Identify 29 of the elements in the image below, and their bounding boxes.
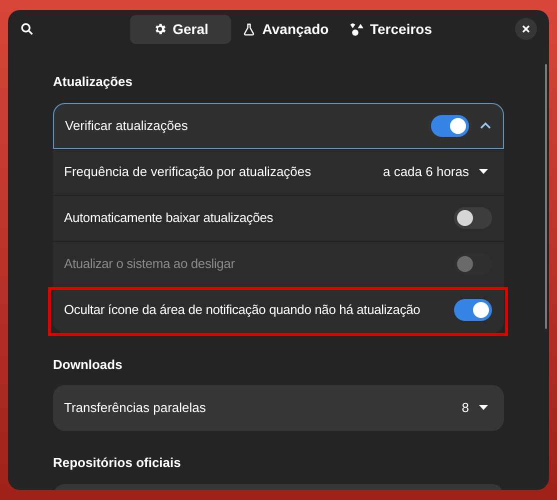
chevron-icon[interactable]	[480, 122, 491, 129]
expander-row[interactable]: Verificar atualizações	[53, 102, 504, 148]
toggle-switch[interactable]	[431, 114, 469, 136]
dropdown-value: a cada 6 horas	[382, 163, 469, 182]
close-icon	[522, 25, 530, 33]
row-label: Automaticamente baixar atualizações	[64, 209, 274, 228]
dropdown-row[interactable]: Frequência de verificação por atualizações a cada 6 horas	[53, 148, 504, 194]
dropdown-value: 8	[462, 399, 469, 418]
dropdown-row[interactable]: Transferências paralelas 8	[53, 385, 504, 431]
row-label: Atualizar o sistema ao desligar	[64, 255, 236, 274]
tab[interactable]: Terceiros	[340, 14, 441, 44]
row-label: Ocultar ícone da área de notificação quando não há atualização	[64, 301, 422, 320]
gear-icon	[152, 22, 167, 36]
close-button[interactable]	[515, 18, 537, 40]
search-icon[interactable]	[20, 22, 34, 36]
row-label: Frequência de verificação por atualizações	[64, 163, 312, 182]
toggle-switch[interactable]	[454, 299, 492, 321]
tab[interactable]: Avançado	[235, 14, 336, 44]
flask-icon	[242, 22, 256, 36]
row-label: Verificar atualizações	[65, 116, 189, 135]
toggle-switch[interactable]	[454, 207, 492, 229]
section-heading: Downloads	[53, 356, 124, 374]
row-label: Transferências paralelas	[64, 399, 207, 418]
caret-icon	[479, 169, 488, 175]
caret-icon	[479, 405, 488, 411]
section-heading: Repositórios oficiais	[53, 454, 182, 472]
section-heading: Atualizações	[53, 73, 134, 91]
shapes-icon	[349, 22, 364, 36]
tab[interactable]: Geral	[130, 14, 231, 44]
